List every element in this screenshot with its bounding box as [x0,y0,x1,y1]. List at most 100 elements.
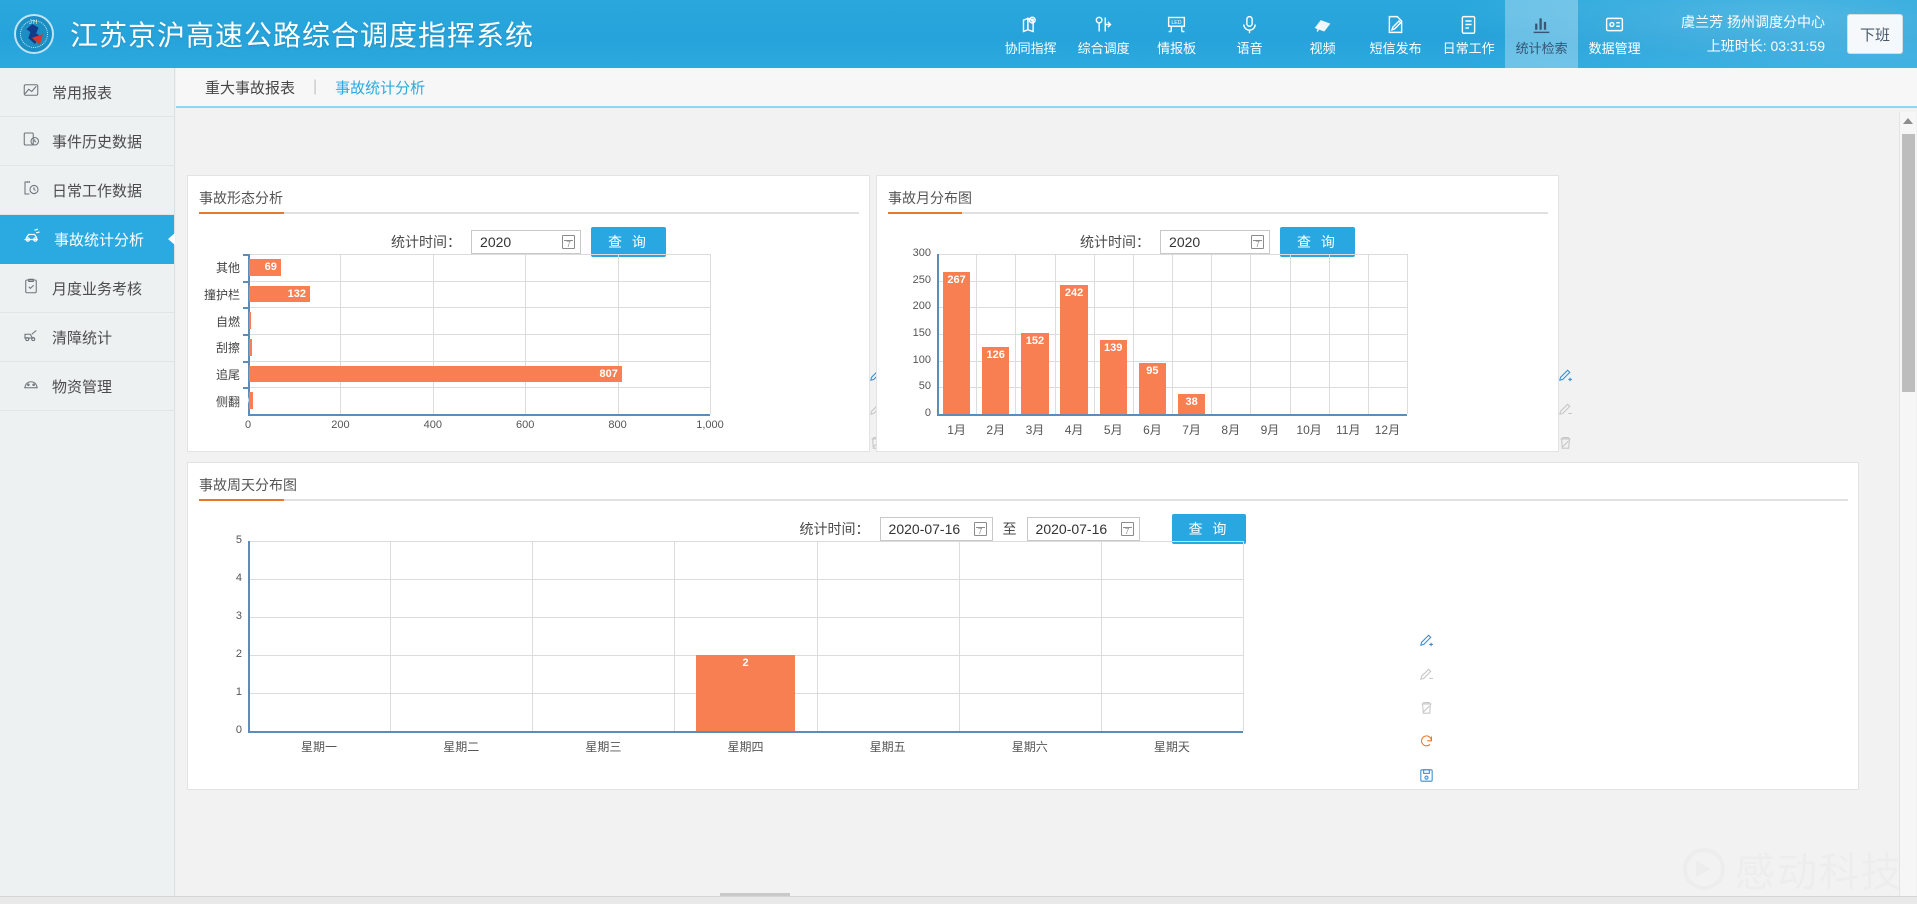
scroll-up-arrow-icon[interactable] [1900,112,1916,130]
panel-title: 事故形态分析 [188,176,869,215]
scrollable-content: 事故形态分析 统计时间： 2020 查 询 02004006008001,000… [176,110,1917,904]
bar[interactable]: 38 [1178,394,1205,414]
scrollbar-thumb[interactable] [1902,134,1915,392]
chart-gridline [976,254,977,414]
bar[interactable]: 807 [249,366,622,383]
refresh-icon[interactable] [1418,733,1435,755]
map-pin-icon [1020,14,1041,38]
nav-item-integrated-dispatch[interactable]: 综合调度 [1067,0,1140,68]
sidebar-item-common-reports[interactable]: 常用报表 [0,68,174,117]
chart-gridline [710,254,711,414]
bar-chart-icon [1531,14,1552,38]
sidebar-item-monthly-review[interactable]: 月度业务考核 [0,264,174,313]
nav-item-label: 综合调度 [1078,42,1130,55]
sidebar-item-daily-work-data[interactable]: 日常工作数据 [0,166,174,215]
nav-item-video[interactable]: 视频 [1286,0,1359,68]
add-annotation-icon[interactable] [1418,631,1435,653]
bar[interactable]: 6 [249,339,252,356]
nav-item-information-board[interactable]: LED 情报板 [1140,0,1213,68]
panel-accident-form-analysis: 事故形态分析 统计时间： 2020 查 询 02004006008001,000… [187,175,870,452]
axis-tick-label: 0 [905,407,931,419]
nav-item-label: 统计检索 [1516,42,1568,55]
tab-accident-statistics-analysis[interactable]: 事故统计分析 [335,77,425,98]
bar[interactable]: 267 [943,272,970,414]
content-tab-bar: 重大事故报表 | 事故统计分析 [176,68,1917,108]
bar[interactable]: 95 [1139,363,1166,414]
chart-accident-weekday-distribution: 012345星期一星期二星期三星期四2星期五星期六星期天 [188,533,1860,783]
report-icon [22,81,40,103]
microphone-icon [1239,14,1260,38]
chart-gridline [248,361,710,362]
axis-tick-label: 250 [905,274,931,286]
save-icon[interactable] [1418,767,1435,789]
shift-duration: 上班时长: 03:31:59 [1681,34,1825,59]
main-content-area: 重大事故报表 | 事故统计分析 事故形态分析 统计时间： 2020 查 询 02… [176,68,1917,904]
bar[interactable]: 69 [249,259,281,276]
sidebar-item-materials-management[interactable]: 物资管理 [0,362,174,411]
chart-gridline [248,254,710,255]
main-navigation: 协同指挥 综合调度 LED 情报板 语音 视频 [994,0,1651,68]
bar[interactable]: 126 [982,347,1009,414]
nav-item-collaborative-command[interactable]: 协同指挥 [994,0,1067,68]
panel-accident-month-distribution: 事故月分布图 统计时间： 2020 查 询 050100150200250300… [876,175,1559,452]
chart-gridline [1015,254,1016,414]
bar[interactable]: 139 [1100,340,1127,414]
chart-gridline [248,307,710,308]
nav-item-statistics-search[interactable]: 统计检索 [1505,0,1578,68]
logo-emblem-icon: JH [14,14,54,54]
sidebar-item-label: 月度业务考核 [52,278,142,299]
nav-item-daily-work[interactable]: 日常工作 [1432,0,1505,68]
sidebar-item-obstacle-clearing[interactable]: 清障统计 [0,313,174,362]
bar[interactable]: 152 [1021,333,1048,414]
sidebar-item-accident-statistics[interactable]: 事故统计分析 [0,215,174,264]
bar[interactable]: 3 [249,312,251,329]
app-title: 江苏京沪高速公路综合调度指挥系统 [70,14,534,54]
sidebar-item-event-history[interactable]: 事件历史数据 [0,117,174,166]
compose-message-icon [1385,14,1406,38]
panel-title-underline [199,499,1848,501]
chart-gridline [1329,254,1330,414]
nav-item-voice[interactable]: 语音 [1213,0,1286,68]
nav-item-data-management[interactable]: 数据管理 [1578,0,1651,68]
category-tick-label: 星期一 [279,738,359,755]
svg-text:LED: LED [1172,20,1182,26]
axis-tick-label: 0 [220,419,276,431]
x-axis-line [937,414,1407,416]
database-card-icon [1604,14,1625,38]
clock-out-button[interactable]: 下班 [1847,14,1903,54]
nav-item-label: 日常工作 [1443,42,1495,55]
chart-gridline [1172,254,1173,414]
bar[interactable]: 9 [249,392,253,409]
axis-tick-label: 1 [228,686,242,698]
bar-value-label: 2 [742,655,748,669]
sidebar-item-label: 清障统计 [52,327,112,348]
axis-tick-label: 800 [590,419,646,431]
panel-title-underline [888,212,1548,214]
category-tick-label: 星期四 [706,738,786,755]
bar-value-label: 9 [243,395,253,407]
bar-value-label: 267 [947,272,965,286]
bar-value-label: 38 [1185,394,1197,408]
materials-icon [22,375,40,397]
axis-tick-label: 300 [905,247,931,259]
vertical-scrollbar[interactable] [1899,112,1916,904]
axis-tick-label: 50 [905,380,931,392]
add-annotation-icon[interactable] [1557,366,1574,388]
category-tick-label: 其他 [188,259,240,276]
tab-major-accident-report[interactable]: 重大事故报表 [205,77,295,98]
panel-title: 事故月分布图 [877,176,1558,215]
bar[interactable]: 132 [249,286,310,303]
delete-annotation-icon [1418,699,1435,721]
bar-value-label: 6 [242,341,252,353]
nav-item-sms-publish[interactable]: 短信发布 [1359,0,1432,68]
edit-annotation-icon [1418,665,1435,687]
chart-gridline [1290,254,1291,414]
axis-tick-mark [243,281,248,283]
nav-item-label: 短信发布 [1370,42,1422,55]
chart-toolbar-weekday-distribution [1418,631,1435,789]
axis-tick-label: 4 [228,572,242,584]
chart-gridline [1133,254,1134,414]
bar[interactable]: 242 [1060,285,1087,414]
bar[interactable]: 2 [696,655,796,731]
category-tick-label: 星期六 [990,738,1070,755]
